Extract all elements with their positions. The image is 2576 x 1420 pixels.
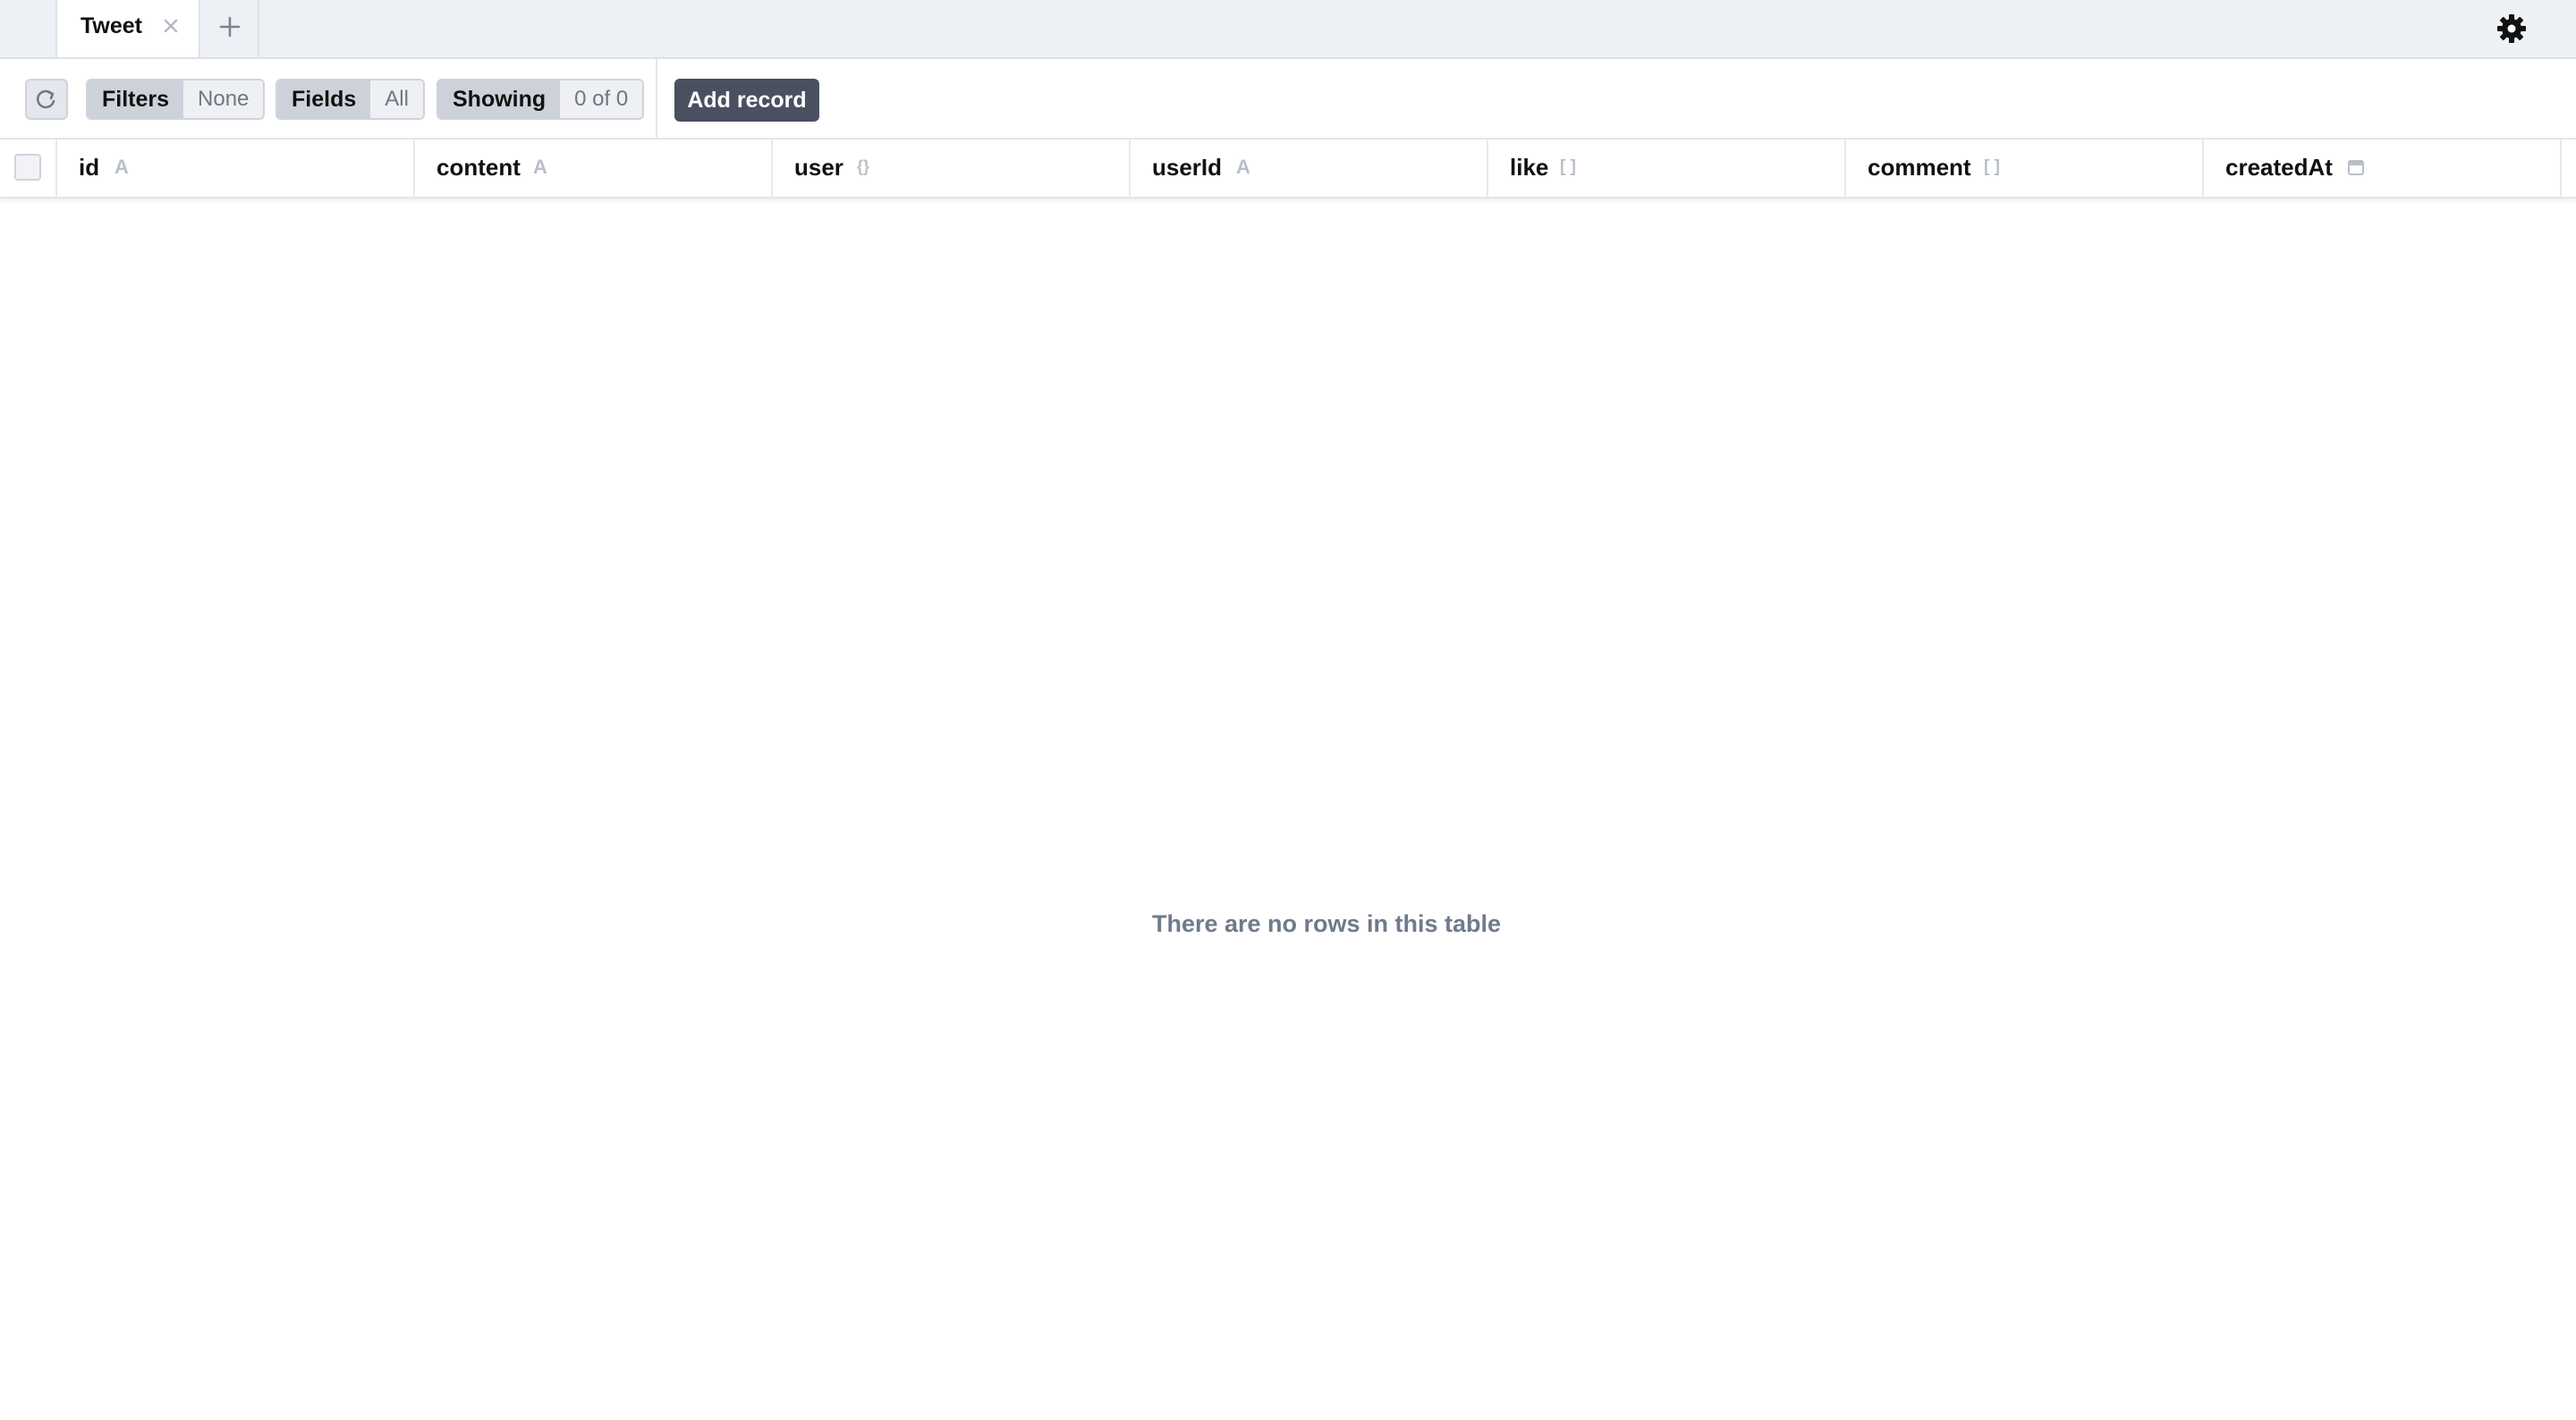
column-name: id (79, 154, 100, 181)
tab-tweet[interactable]: Tweet (57, 0, 200, 57)
refresh-button[interactable] (25, 79, 68, 120)
column-header-comment[interactable]: comment [ ] (1846, 139, 2204, 197)
column-name: user (794, 154, 843, 181)
fields-label[interactable]: Fields (277, 80, 371, 118)
gear-icon[interactable] (2496, 13, 2528, 45)
refresh-icon (36, 89, 55, 109)
calendar-icon (2348, 160, 2364, 175)
filters-control[interactable]: Filters None (86, 79, 266, 120)
column-name: like (1510, 154, 1549, 181)
plus-icon (219, 16, 241, 38)
showing-control[interactable]: Showing 0 of 0 (436, 79, 645, 120)
column-header-userid[interactable]: userId A (1131, 139, 1488, 197)
text-type-icon: A (114, 156, 129, 178)
column-header-user[interactable]: user {} (773, 139, 1131, 197)
select-all-checkbox[interactable] (14, 154, 41, 181)
empty-state-message: There are no rows in this table (1151, 910, 1502, 937)
showing-label[interactable]: Showing (438, 80, 561, 118)
toolbar: Filters None Fields All Showing 0 of 0 A… (0, 59, 2576, 139)
text-type-icon: A (533, 156, 547, 178)
fields-value[interactable]: All (370, 80, 423, 118)
fields-control[interactable]: Fields All (275, 79, 425, 120)
text-type-icon: A (1236, 156, 1250, 178)
table-header: id A content A user {} userId A like [ ]… (0, 139, 2576, 199)
column-name: comment (1868, 154, 1971, 181)
tab-bar: Tweet (0, 0, 2576, 59)
tab-label: Tweet (80, 13, 142, 38)
filters-label[interactable]: Filters (88, 80, 184, 118)
filters-value[interactable]: None (183, 80, 264, 118)
toolbar-divider (656, 59, 657, 138)
column-header-createdat[interactable]: createdAt (2204, 139, 2562, 197)
column-name: createdAt (2225, 154, 2333, 181)
add-record-button[interactable]: Add record (674, 79, 819, 122)
object-type-icon: {} (857, 157, 870, 175)
column-name: content (436, 154, 521, 181)
column-name: userId (1152, 154, 1223, 181)
column-header-content[interactable]: content A (415, 139, 773, 197)
column-header-id[interactable]: id A (57, 139, 415, 197)
close-icon[interactable] (157, 13, 184, 39)
showing-value[interactable]: 0 of 0 (560, 80, 643, 118)
list-type-icon: [ ] (1560, 157, 1576, 176)
add-tab-button[interactable] (200, 0, 259, 57)
select-all-cell (0, 139, 57, 197)
column-header-like[interactable]: like [ ] (1488, 139, 1846, 197)
tab-bar-spacer (0, 0, 57, 57)
list-type-icon: [ ] (1984, 157, 2000, 176)
